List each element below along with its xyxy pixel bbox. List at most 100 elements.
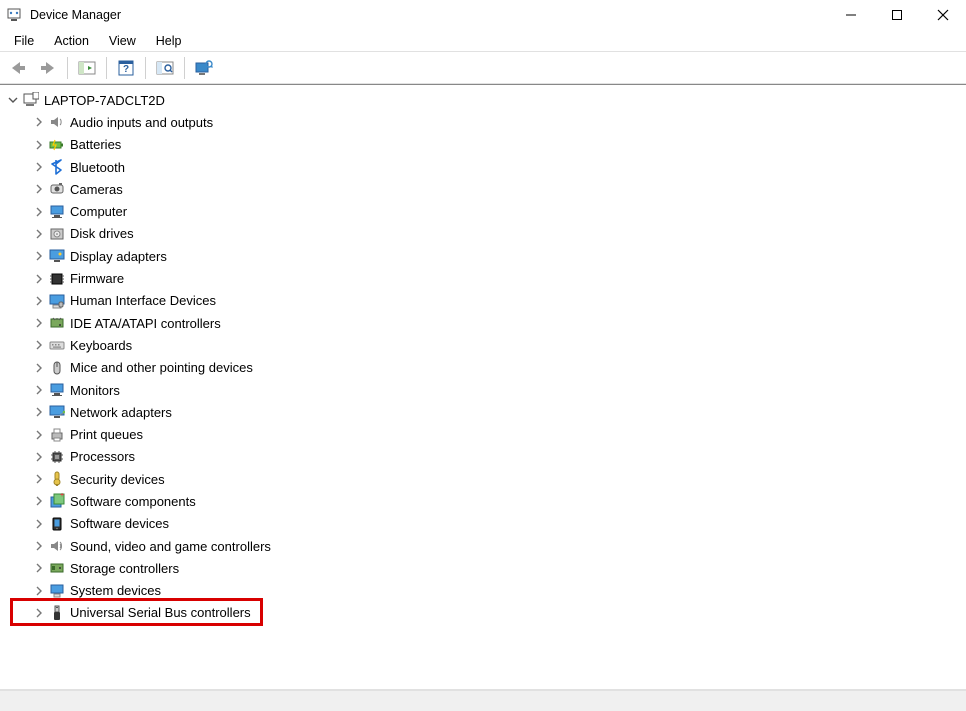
expand-icon[interactable]	[32, 205, 46, 219]
tree-category-label: Security devices	[70, 472, 165, 487]
close-button[interactable]	[920, 0, 966, 30]
titlebar: Device Manager	[0, 0, 966, 30]
window-title: Device Manager	[30, 8, 121, 22]
device-tree[interactable]: LAPTOP-7ADCLT2D Audio inputs and outputs…	[0, 89, 966, 624]
expand-icon[interactable]	[32, 294, 46, 308]
tree-category-node[interactable]: Display adapters	[0, 245, 966, 267]
tree-category-node[interactable]: Batteries	[0, 134, 966, 156]
mouse-icon	[48, 359, 66, 377]
expand-icon[interactable]	[32, 494, 46, 508]
tree-category-label: IDE ATA/ATAPI controllers	[70, 316, 221, 331]
keyboard-icon	[48, 336, 66, 354]
tree-category-node[interactable]: + Software components	[0, 490, 966, 512]
tree-category-node[interactable]: Storage controllers	[0, 557, 966, 579]
tree-category-label: Software devices	[70, 516, 169, 531]
device-manager-icon	[6, 7, 22, 23]
back-button[interactable]	[4, 55, 32, 81]
tree-category-node[interactable]: Universal Serial Bus controllers	[0, 602, 966, 624]
forward-button[interactable]	[34, 55, 62, 81]
tree-category-node[interactable]: Firmware	[0, 267, 966, 289]
toolbar: ?	[0, 52, 966, 84]
tree-category-node[interactable]: Mice and other pointing devices	[0, 357, 966, 379]
ide-icon	[48, 314, 66, 332]
tree-root-node[interactable]: LAPTOP-7ADCLT2D	[0, 89, 966, 111]
maximize-button[interactable]	[874, 0, 920, 30]
bluetooth-icon	[48, 158, 66, 176]
expand-icon[interactable]	[32, 249, 46, 263]
expand-icon[interactable]	[32, 272, 46, 286]
tree-category-node[interactable]: Software devices	[0, 513, 966, 535]
expand-icon[interactable]	[32, 450, 46, 464]
expand-icon[interactable]	[32, 539, 46, 553]
tree-category-label: Audio inputs and outputs	[70, 115, 213, 130]
sw-components-icon: +	[48, 492, 66, 510]
expand-icon[interactable]	[32, 338, 46, 352]
tree-category-label: Computer	[70, 204, 127, 219]
tree-category-label: Cameras	[70, 182, 123, 197]
collapse-icon[interactable]	[6, 93, 20, 107]
tree-category-node[interactable]: Disk drives	[0, 223, 966, 245]
computer-root-icon	[22, 91, 40, 109]
tree-category-label: Bluetooth	[70, 160, 125, 175]
expand-icon[interactable]	[32, 182, 46, 196]
tree-category-node[interactable]: Cameras	[0, 178, 966, 200]
tree-category-node[interactable]: Bluetooth	[0, 156, 966, 178]
battery-icon	[48, 136, 66, 154]
speaker-icon	[48, 113, 66, 131]
tree-category-node[interactable]: Print queues	[0, 423, 966, 445]
expand-icon[interactable]	[32, 160, 46, 174]
toolbar-separator	[184, 57, 185, 79]
tree-category-label: Software components	[70, 494, 196, 509]
tree-category-label: Firmware	[70, 271, 124, 286]
expand-icon[interactable]	[32, 361, 46, 375]
expand-icon[interactable]	[32, 428, 46, 442]
minimize-button[interactable]	[828, 0, 874, 30]
tree-category-node[interactable]: Audio inputs and outputs	[0, 111, 966, 133]
tree-category-node[interactable]: Human Interface Devices	[0, 290, 966, 312]
expand-icon[interactable]	[32, 316, 46, 330]
tree-category-label: Monitors	[70, 383, 120, 398]
window-controls	[828, 0, 966, 30]
expand-icon[interactable]	[32, 383, 46, 397]
tree-category-label: Keyboards	[70, 338, 132, 353]
disk-icon	[48, 225, 66, 243]
show-hide-console-tree-button[interactable]	[73, 55, 101, 81]
scan-hardware-button[interactable]	[151, 55, 179, 81]
tree-category-node[interactable]: Network adapters	[0, 401, 966, 423]
display-icon	[48, 247, 66, 265]
add-legacy-hardware-button[interactable]	[190, 55, 218, 81]
menu-view[interactable]: View	[99, 32, 146, 50]
tree-category-node[interactable]: System devices	[0, 580, 966, 602]
tree-category-node[interactable]: Keyboards	[0, 334, 966, 356]
expand-icon[interactable]	[32, 517, 46, 531]
tree-category-node[interactable]: Monitors	[0, 379, 966, 401]
tree-category-label: Storage controllers	[70, 561, 179, 576]
system-icon	[48, 582, 66, 600]
tree-category-node[interactable]: Computer	[0, 200, 966, 222]
expand-icon[interactable]	[32, 606, 46, 620]
computer-icon	[48, 203, 66, 221]
expand-icon[interactable]	[32, 584, 46, 598]
expand-icon[interactable]	[32, 472, 46, 486]
expand-icon[interactable]	[32, 115, 46, 129]
expand-icon[interactable]	[32, 138, 46, 152]
tree-category-node[interactable]: Processors	[0, 446, 966, 468]
menu-file[interactable]: File	[4, 32, 44, 50]
menu-action[interactable]: Action	[44, 32, 99, 50]
storage-icon	[48, 559, 66, 577]
svg-text:?: ?	[123, 64, 129, 75]
usb-icon	[48, 604, 66, 622]
expand-icon[interactable]	[32, 227, 46, 241]
expand-icon[interactable]	[32, 405, 46, 419]
expand-icon[interactable]	[32, 561, 46, 575]
menu-help[interactable]: Help	[146, 32, 192, 50]
tree-category-label: System devices	[70, 583, 161, 598]
tree-category-label: Disk drives	[70, 226, 134, 241]
tree-category-node[interactable]: Security devices	[0, 468, 966, 490]
tree-category-node[interactable]: Sound, video and game controllers	[0, 535, 966, 557]
hid-icon	[48, 292, 66, 310]
help-button[interactable]: ?	[112, 55, 140, 81]
tree-category-label: Processors	[70, 449, 135, 464]
tree-root-label: LAPTOP-7ADCLT2D	[44, 93, 165, 108]
tree-category-node[interactable]: IDE ATA/ATAPI controllers	[0, 312, 966, 334]
